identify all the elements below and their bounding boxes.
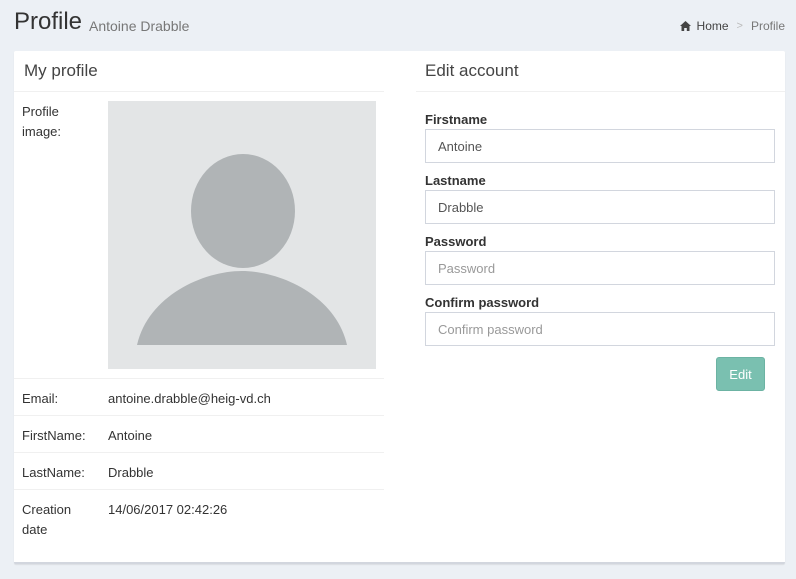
- breadcrumb: Home > Profile: [679, 19, 785, 33]
- lastname-value: Drabble: [108, 465, 154, 480]
- email-label: Email:: [22, 391, 59, 406]
- profile-image-label: Profile image:: [22, 104, 62, 139]
- creation-date-row: Creation date 14/06/2017 02:42:26: [14, 489, 384, 549]
- profile-image-row: Profile image:: [14, 92, 384, 378]
- box-divider: [416, 91, 785, 92]
- confirm-password-field-label: Confirm password: [425, 295, 540, 310]
- firstname-value: Antoine: [108, 428, 153, 443]
- lastname-label: LastName:: [22, 465, 85, 480]
- edit-button[interactable]: Edit: [716, 357, 765, 391]
- edit-account-box: Edit account Firstname Lastname Password…: [416, 51, 785, 562]
- breadcrumb-home-link[interactable]: Home: [679, 19, 729, 33]
- profile-panel: My profile Profile image: Email: antoine…: [14, 51, 785, 564]
- home-icon: [679, 21, 691, 31]
- breadcrumb-current: Profile: [750, 19, 785, 33]
- user-silhouette-icon: [137, 154, 347, 345]
- my-profile-title: My profile: [24, 61, 98, 80]
- lastname-row: LastName: Drabble: [14, 452, 384, 489]
- email-value: antoine.drabble@heig-vd.ch: [108, 391, 271, 406]
- profile-avatar: [108, 101, 376, 369]
- email-row: Email: antoine.drabble@heig-vd.ch: [14, 378, 384, 415]
- firstname-label: FirstName:: [22, 428, 86, 443]
- content-header: Profile Antoine Drabble Home > Profile: [14, 8, 785, 42]
- creation-date-value: 14/06/2017 02:42:26: [108, 502, 228, 517]
- firstname-input[interactable]: [425, 129, 775, 163]
- breadcrumb-home-label: Home: [696, 19, 729, 33]
- my-profile-box: My profile Profile image: Email: antoine…: [14, 51, 384, 562]
- lastname-field-label: Lastname: [425, 173, 486, 188]
- firstname-row: FirstName: Antoine: [14, 415, 384, 452]
- breadcrumb-separator: >: [736, 20, 743, 32]
- firstname-field-label: Firstname: [425, 112, 488, 127]
- password-input[interactable]: [425, 251, 775, 285]
- edit-account-title: Edit account: [425, 61, 519, 80]
- lastname-input[interactable]: [425, 190, 775, 224]
- password-field-label: Password: [425, 234, 487, 249]
- page-title: Profile: [14, 8, 83, 35]
- page-subtitle: Antoine Drabble: [89, 18, 190, 34]
- creation-date-label: Creation date: [22, 502, 72, 537]
- confirm-password-input[interactable]: [425, 312, 775, 346]
